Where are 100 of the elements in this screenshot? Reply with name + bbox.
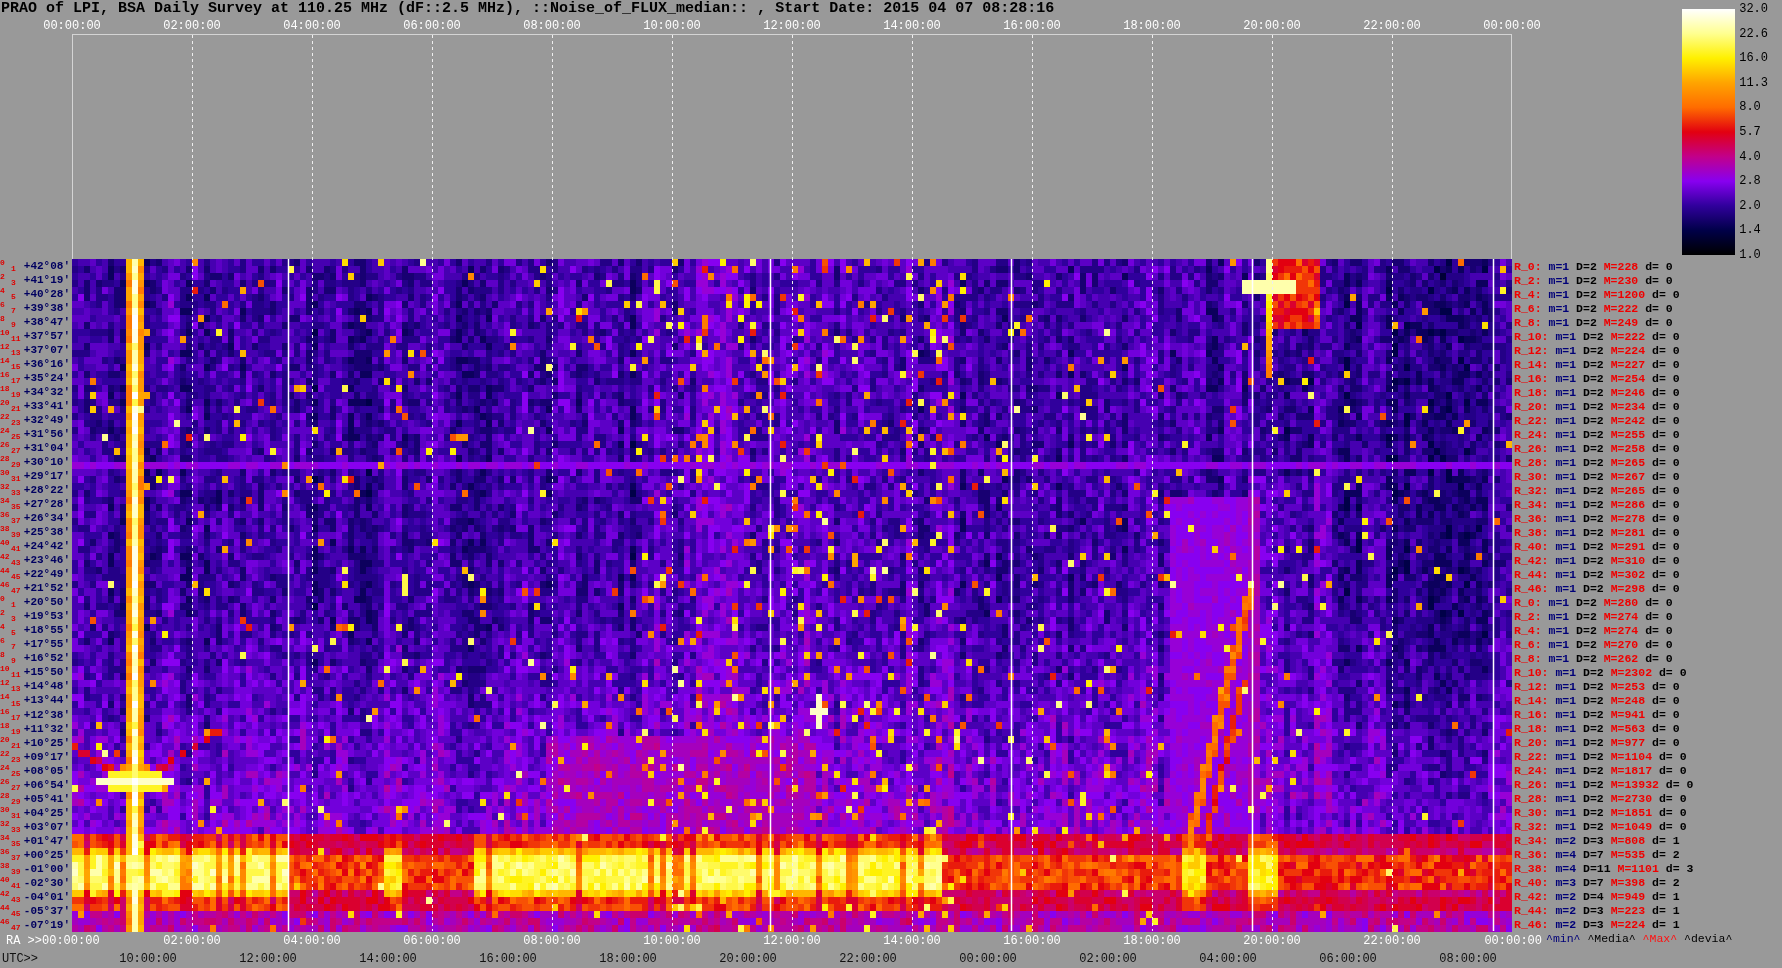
declination-label: +30°10′ (23, 456, 70, 469)
max-value: M=1851 (1610, 806, 1653, 820)
max-value: M=234 (1610, 399, 1646, 413)
declination-label: +12°38′ (23, 708, 70, 721)
time-axis-label: 16:00:00 (1003, 18, 1061, 33)
beam-label: R_42: (1514, 553, 1549, 567)
beam-label: R_40: (1514, 539, 1549, 553)
deviation-value: d= 0 (1652, 455, 1680, 469)
dispersion-value: D=2 (1576, 315, 1597, 329)
max-value: M=230 (1603, 273, 1639, 287)
utc-axis-label: 20:00:00 (719, 951, 777, 966)
max-value: M=270 (1603, 637, 1639, 651)
declination-label: +37°57′ (23, 330, 70, 343)
beam-label: R_22: (1514, 750, 1549, 764)
declination-label: -07°19′ (23, 918, 70, 931)
ra-axis-label: 00:00:00 (1484, 933, 1542, 948)
beam-label: R_44: (1514, 904, 1549, 918)
min-value: m=1 (1555, 343, 1577, 357)
beam-label: R_12: (1514, 679, 1549, 693)
min-value: m=1 (1548, 609, 1570, 623)
beam-label: R_2: (1514, 609, 1542, 623)
row-index-label: 42 (0, 553, 10, 562)
row-index-label: 45 (11, 573, 21, 582)
row-index-label: 1 (11, 265, 16, 273)
beam-label: R_44: (1514, 567, 1549, 581)
deviation-value: d= 0 (1645, 315, 1673, 329)
ra-axis-label: 08:00:00 (523, 933, 581, 948)
ra-axis-label: 12:00:00 (763, 933, 821, 948)
time-axis-label: 22:00:00 (1363, 18, 1421, 33)
row-index-label: 38 (0, 525, 10, 534)
time-axis-label: 12:00:00 (763, 18, 821, 33)
min-value: m=1 (1555, 525, 1577, 539)
dispersion-value: D=2 (1583, 427, 1604, 441)
min-value: m=2 (1555, 918, 1577, 932)
row-index-label: 26 (0, 777, 10, 786)
deviation-value: d= 0 (1652, 469, 1680, 483)
min-value: m=4 (1555, 862, 1577, 876)
row-index-label: 11 (11, 671, 21, 680)
row-index-label: 46 (0, 581, 10, 590)
deviation-value: d= 1 (1652, 904, 1680, 918)
declination-label: +09°17′ (23, 750, 70, 763)
max-value: M=310 (1610, 553, 1646, 567)
row-index-label: 13 (11, 685, 21, 694)
min-value: m=1 (1555, 455, 1577, 469)
row-index-label: 20 (0, 735, 10, 744)
declination-label: -01°00′ (23, 862, 70, 875)
dispersion-value: D=2 (1583, 581, 1604, 595)
row-index-label: 38 (0, 861, 10, 870)
dispersion-value: D=2 (1583, 679, 1604, 693)
row-index-label: 46 (0, 917, 10, 926)
beam-label: R_24: (1514, 764, 1549, 778)
min-value: m=1 (1555, 792, 1577, 806)
dispersion-value: D=2 (1583, 343, 1604, 357)
beam-label: R_14: (1514, 694, 1549, 707)
max-value: M=298 (1610, 581, 1646, 595)
row-index-label: 47 (11, 923, 21, 932)
row-index-label: 36 (0, 511, 10, 520)
max-value: M=222 (1610, 329, 1646, 343)
row-index-label: 33 (11, 825, 21, 834)
row-index-label: 25 (11, 433, 21, 442)
dispersion-value: D=2 (1583, 736, 1604, 750)
deviation-value: d= 0 (1652, 679, 1680, 693)
deviation-value: d= 0 (1652, 441, 1680, 455)
min-value: m=4 (1555, 848, 1577, 862)
utc-axis-label: 14:00:00 (359, 951, 417, 966)
deviation-value: d= 0 (1645, 595, 1673, 609)
utc-axis-label: 06:00:00 (1319, 951, 1377, 966)
min-value: m=1 (1555, 497, 1577, 511)
declination-label: +20°50′ (23, 596, 70, 609)
beam-label: R_10: (1514, 665, 1549, 679)
min-value: m=1 (1555, 820, 1577, 834)
dispersion-value: D=4 (1583, 890, 1604, 904)
min-value: m=1 (1548, 623, 1570, 637)
row-index-label: 28 (0, 455, 10, 464)
color-scale-label: 1.4 (1739, 223, 1761, 238)
declination-label: -05°37′ (23, 904, 70, 917)
deviation-value: d= 0 (1645, 301, 1673, 315)
max-value: M=228 (1603, 259, 1639, 273)
declination-label: +32°49′ (23, 414, 70, 427)
row-index-label: 21 (11, 405, 21, 414)
time-axis-label: 02:00:00 (163, 18, 221, 33)
row-index-label: 13 (11, 349, 21, 358)
min-value: m=1 (1555, 483, 1577, 497)
max-value: M=302 (1610, 567, 1646, 581)
max-value: M=278 (1610, 511, 1646, 525)
min-value: m=1 (1555, 764, 1577, 778)
deviation-value: d= 0 (1652, 736, 1680, 750)
declination-label: +01°47′ (23, 834, 70, 847)
max-value: M=808 (1610, 834, 1646, 848)
legend-label: ^Media^ (1587, 932, 1636, 945)
max-value: M=281 (1610, 525, 1646, 539)
time-axis-label: 20:00:00 (1243, 18, 1301, 33)
row-index-label: 22 (0, 413, 10, 422)
beam-label: R_36: (1514, 848, 1549, 862)
declination-label: +36°16′ (23, 358, 70, 371)
max-value: M=941 (1610, 708, 1646, 721)
row-index-label: 40 (0, 539, 10, 548)
row-index-label: 34 (0, 833, 10, 842)
max-value: M=291 (1610, 539, 1646, 553)
min-value: m=1 (1555, 427, 1577, 441)
